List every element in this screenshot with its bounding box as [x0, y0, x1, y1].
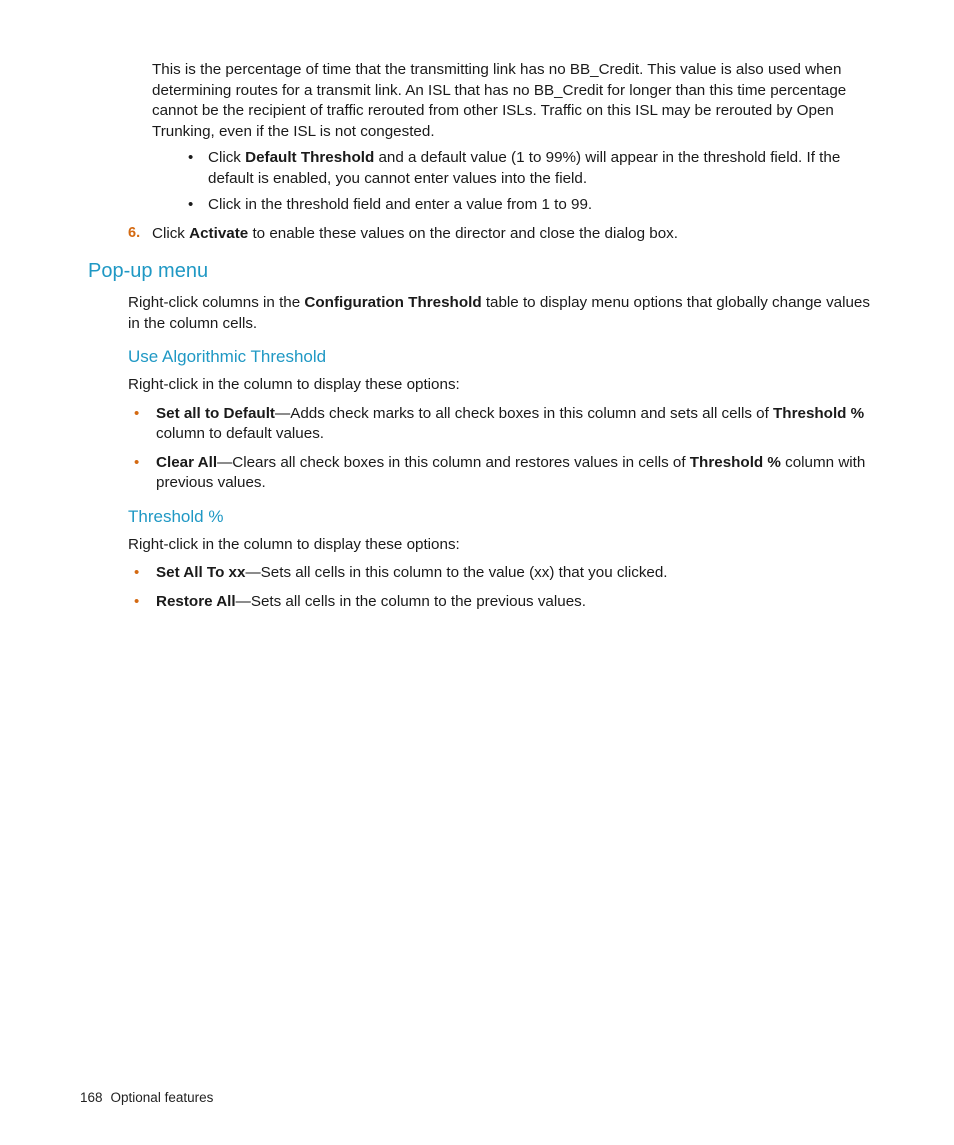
- th-bullet-2: Restore All—Sets all cells in the column…: [128, 592, 874, 613]
- bold: Threshold %: [773, 405, 864, 422]
- sub-bullets: Click Default Threshold and a default va…: [184, 148, 874, 216]
- text: —Sets all cells in this column to the va…: [245, 564, 667, 581]
- ua-paragraph: Right-click in the column to display the…: [128, 375, 874, 396]
- th-bullet-1: Set All To xx—Sets all cells in this col…: [128, 563, 874, 584]
- content: This is the percentage of time that the …: [80, 60, 874, 612]
- bold: Configuration Threshold: [304, 294, 481, 311]
- page-footer: 168 Optional features: [80, 1090, 213, 1105]
- text: —Sets all cells in the column to the pre…: [236, 593, 586, 610]
- sub-bullet-2: Click in the threshold field and enter a…: [184, 195, 874, 216]
- text: Click: [208, 149, 245, 166]
- bold: Default Threshold: [245, 149, 374, 166]
- th-paragraph: Right-click in the column to display the…: [128, 535, 874, 556]
- bold: Threshold %: [690, 454, 781, 471]
- bold: Restore All: [156, 593, 236, 610]
- ua-bullets: Set all to Default—Adds check marks to a…: [128, 404, 874, 494]
- text: Right-click columns in the: [128, 294, 304, 311]
- popup-menu-paragraph: Right-click columns in the Configuration…: [128, 293, 874, 334]
- text: to enable these values on the director a…: [248, 225, 678, 242]
- ua-bullet-1: Set all to Default—Adds check marks to a…: [128, 404, 874, 445]
- popup-menu-heading: Pop-up menu: [80, 258, 874, 285]
- bold: Activate: [189, 225, 248, 242]
- page-number: 168: [80, 1090, 103, 1105]
- th-bullets: Set All To xx—Sets all cells in this col…: [128, 563, 874, 612]
- step-number: 6.: [128, 224, 140, 244]
- sub-bullet-1: Click Default Threshold and a default va…: [184, 148, 874, 189]
- threshold-percent-heading: Threshold %: [128, 506, 874, 529]
- use-algorithmic-threshold-heading: Use Algorithmic Threshold: [128, 346, 874, 369]
- bold: Set all to Default: [156, 405, 275, 422]
- text: Click in the threshold field and enter a…: [208, 196, 592, 213]
- intro-paragraph: This is the percentage of time that the …: [152, 60, 874, 142]
- bold: Clear All: [156, 454, 217, 471]
- text: Click: [152, 225, 189, 242]
- text: —Clears all check boxes in this column a…: [217, 454, 690, 471]
- text: —Adds check marks to all check boxes in …: [275, 405, 773, 422]
- page-container: This is the percentage of time that the …: [0, 0, 954, 1145]
- ua-bullet-2: Clear All—Clears all check boxes in this…: [128, 453, 874, 494]
- text: column to default values.: [156, 425, 324, 442]
- footer-section: Optional features: [111, 1090, 214, 1105]
- step-6: 6. Click Activate to enable these values…: [128, 224, 874, 245]
- bold: Set All To xx: [156, 564, 245, 581]
